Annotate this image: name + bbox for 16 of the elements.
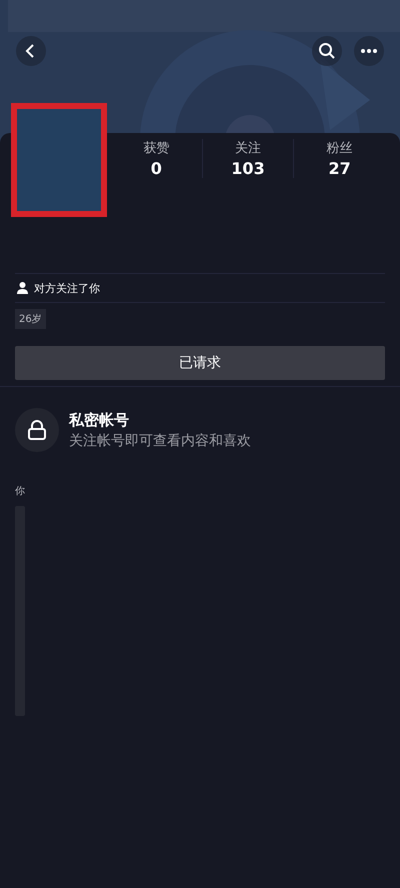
lock-icon bbox=[15, 408, 59, 452]
relation-text: 对方关注了你 bbox=[34, 280, 100, 296]
person-icon bbox=[17, 282, 28, 294]
age-tag: 26岁 bbox=[15, 309, 46, 329]
stat-value: 103 bbox=[231, 159, 265, 178]
stat-label: 粉丝 bbox=[326, 140, 353, 157]
private-subtitle: 关注帐号即可查看内容和喜欢 bbox=[69, 432, 251, 450]
stat-value: 0 bbox=[150, 159, 162, 178]
search-icon bbox=[318, 42, 336, 60]
section-label: 你 bbox=[15, 485, 25, 498]
private-title: 私密帐号 bbox=[69, 410, 130, 430]
stat-value: 27 bbox=[328, 159, 351, 178]
stat-label: 关注 bbox=[235, 140, 261, 157]
stat-label: 获赞 bbox=[143, 140, 170, 157]
requested-button[interactable]: 已请求 bbox=[15, 346, 385, 380]
more-icon bbox=[360, 48, 378, 54]
